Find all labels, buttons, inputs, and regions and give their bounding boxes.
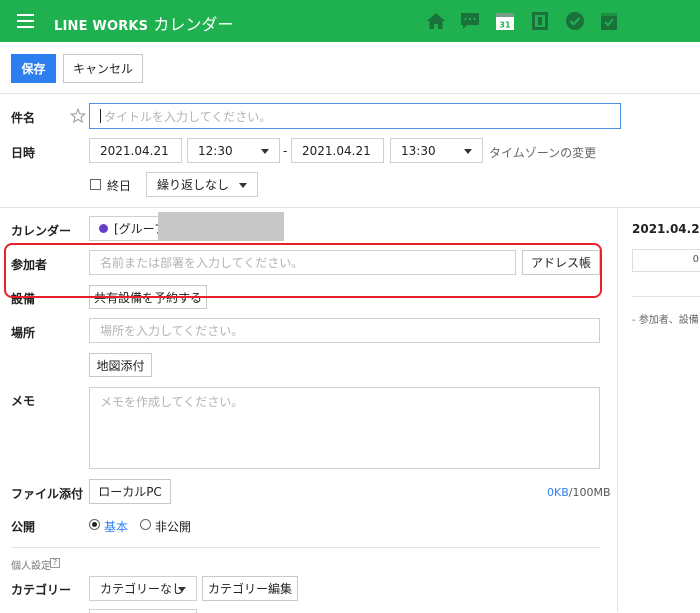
side-panel-rule [632,296,700,297]
side-panel-timeline: 0 [632,249,700,272]
all-day-checkbox[interactable] [90,179,101,190]
time-range-separator: - [283,144,288,158]
home-icon[interactable] [425,10,447,32]
text-cursor [100,109,101,123]
app-name: カレンダー [153,15,234,34]
timezone-change-link[interactable]: タイムゾーンの変更 [489,144,596,161]
help-icon[interactable]: ? [50,558,60,568]
address-book-button[interactable]: アドレス帳 [522,250,600,275]
star-icon[interactable] [70,108,86,124]
datetime-label: 日時 [11,146,36,160]
all-day-label: 終日 [107,179,132,193]
visibility-label: 公開 [11,520,36,534]
edit-category-button[interactable]: カテゴリー編集 [202,576,298,601]
section-divider [0,207,700,208]
calendar-icon-day: 31 [499,21,511,30]
end-time-select[interactable]: 13:30 [390,138,483,163]
chevron-down-icon [464,149,472,154]
side-panel-divider [617,208,618,612]
reserve-facility-button[interactable]: 共有設備を予約する [89,285,207,309]
start-time-value: 12:30 [198,143,233,158]
message-icon[interactable] [459,10,481,32]
storage-total: /100MB [568,486,611,499]
location-input[interactable]: 場所を入力してください。 [89,318,600,343]
category-select[interactable]: カテゴリーなし [89,576,197,601]
category-label: カテゴリー [11,583,72,597]
redacted-block [158,212,284,241]
visibility-private-label: 非公開 [155,520,192,534]
cancel-button[interactable]: キャンセル [63,54,143,83]
save-button[interactable]: 保存 [11,54,56,83]
memo-textarea[interactable]: メモを作成してください。 [89,387,600,469]
personal-settings-heading: 個人設定 [11,561,51,572]
title-input[interactable]: タイトルを入力してください。 [89,103,621,129]
location-label: 場所 [11,326,36,340]
attachment-label: ファイル添付 [11,487,84,501]
chevron-down-icon [261,149,269,154]
editor-toolbar: 保存 キャンセル [0,42,700,94]
chevron-down-icon [178,587,186,592]
line-works-logo: LINE WORKS [54,19,149,34]
memo-label: メモ [11,394,36,408]
start-date-field[interactable]: 2021.04.21 [89,138,182,163]
visibility-private-radio[interactable] [140,519,151,530]
menu-icon[interactable] [17,14,34,28]
local-pc-upload-button[interactable]: ローカルPC [89,479,171,504]
facility-label: 設備 [11,292,36,306]
participants-placeholder: 名前または部署を入力してください。 [100,256,304,270]
calendar-label: カレンダー [11,224,72,238]
contacts-icon[interactable] [529,10,551,32]
top-app-bar: LINE WORKS カレンダー 31 [0,0,700,42]
title-placeholder: タイトルを入力してください。 [104,109,272,124]
calendar-icon[interactable]: 31 [494,10,516,32]
location-placeholder: 場所を入力してください。 [100,324,244,338]
repeat-select[interactable]: 繰り返しなし [146,172,258,197]
memo-placeholder: メモを作成してください。 [100,395,244,409]
visibility-basic-label: 基本 [104,520,129,534]
end-date-field[interactable]: 2021.04.21 [291,138,384,163]
side-panel-date: 2021.04.21 [632,222,700,236]
storage-usage: 0KB/100MB [547,486,611,499]
category-value: カテゴリーなし [100,582,185,596]
side-panel-note: - 参加者、設備を [632,315,700,326]
end-time-value: 13:30 [401,143,436,158]
chevron-down-icon [239,183,247,188]
participants-label: 参加者 [11,258,48,272]
task-check-icon[interactable] [564,10,586,32]
next-field-edge [89,609,197,613]
title-label: 件名 [11,111,36,125]
start-time-select[interactable]: 12:30 [187,138,280,163]
participants-input[interactable]: 名前または部署を入力してください。 [89,250,516,275]
app-brand: LINE WORKS カレンダー [54,11,233,35]
personal-divider [11,547,600,548]
repeat-value: 繰り返しなし [157,178,230,192]
storage-used: 0KB [547,486,569,499]
side-panel-cell-text: 0 [692,254,699,265]
drive-icon[interactable] [598,10,620,32]
calendar-color-dot [99,224,108,233]
visibility-basic-radio[interactable] [89,519,100,530]
attach-map-button[interactable]: 地図添付 [89,353,152,377]
